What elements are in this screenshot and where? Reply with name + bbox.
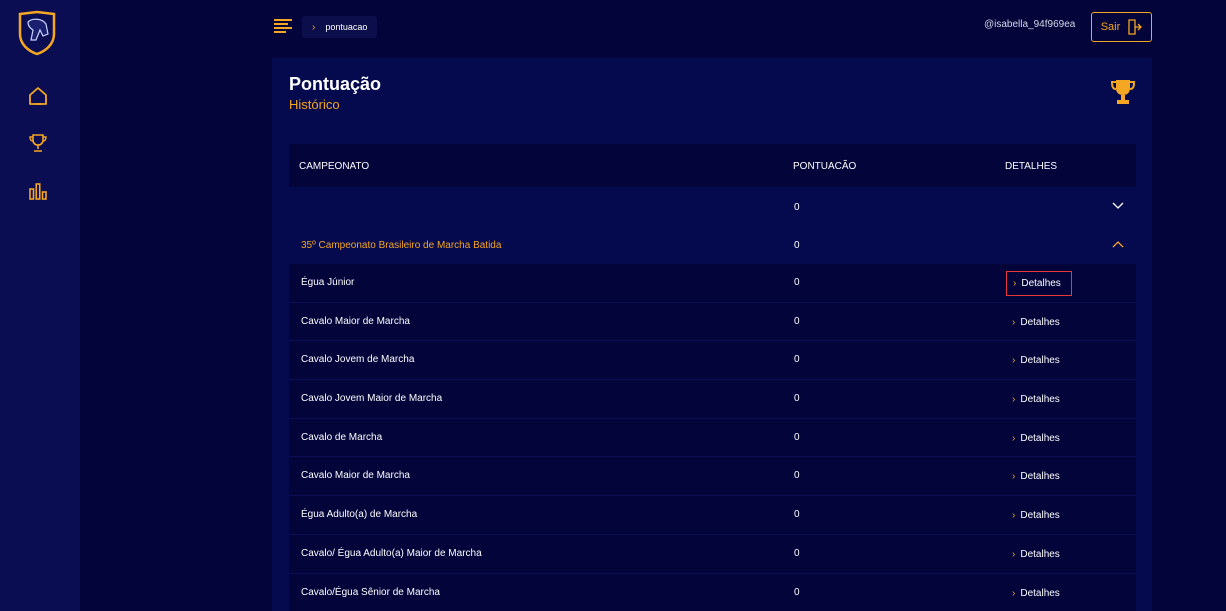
horse-logo[interactable] xyxy=(16,10,58,56)
details-label: Detalhes xyxy=(1020,316,1060,328)
details-button[interactable]: › Detalhes xyxy=(1006,387,1072,412)
chevron-down-icon[interactable] xyxy=(1112,200,1124,212)
chevron-right-icon: › xyxy=(1012,587,1016,599)
details-label: Detalhes xyxy=(1020,355,1060,367)
table-row: Cavalo/ Égua Adulto(a) Maior de Marcha 0… xyxy=(289,534,1136,574)
category-name: Cavalo Maior de Marcha xyxy=(301,315,410,327)
group-points: 0 xyxy=(794,202,800,213)
details-button[interactable]: › Detalhes xyxy=(1006,542,1072,567)
username: @isabella_94f969ea xyxy=(984,19,1076,30)
table-row: Cavalo Jovem Maior de Marcha 0 › Detalhe… xyxy=(289,380,1136,419)
category-points: 0 xyxy=(794,586,800,598)
group-row[interactable]: 0 xyxy=(289,188,1136,226)
table-row: Cavalo Jovem de Marcha 0 › Detalhes xyxy=(289,341,1136,381)
category-points: 0 xyxy=(794,509,800,521)
header-detalhes: DETALHES xyxy=(1005,161,1058,172)
category-points: 0 xyxy=(794,547,800,559)
details-button[interactable]: › Detalhes xyxy=(1006,503,1072,528)
details-button[interactable]: › Detalhes xyxy=(1006,310,1072,335)
details-button[interactable]: › Detalhes xyxy=(1006,271,1072,296)
table-row: Égua Adulto(a) de Marcha 0 › Detalhes xyxy=(289,496,1136,535)
menu-toggle-icon[interactable] xyxy=(274,19,292,33)
category-name: Cavalo Maior de Marcha xyxy=(301,470,410,482)
category-points: 0 xyxy=(794,393,800,405)
details-label: Detalhes xyxy=(1020,471,1060,483)
table-row: Égua Júnior 0 › Detalhes xyxy=(289,264,1136,303)
details-label: Detalhes xyxy=(1020,394,1060,406)
header-pontuacao: PONTUACÃO xyxy=(793,161,857,172)
page-subtitle: Histórico xyxy=(289,97,340,112)
chevron-right-icon: › xyxy=(1012,548,1016,560)
category-name: Cavalo Jovem de Marcha xyxy=(301,354,415,366)
chevron-right-icon: › xyxy=(1012,316,1016,328)
header-campeonato: CAMPEONATO xyxy=(299,161,370,172)
category-points: 0 xyxy=(794,277,800,288)
trophy-icon xyxy=(1110,80,1136,104)
details-button[interactable]: › Detalhes xyxy=(1006,426,1072,451)
chevron-right-icon: › xyxy=(1012,394,1016,406)
category-list: Égua Júnior 0 › Detalhes Cavalo Maior de… xyxy=(289,264,1136,611)
chevron-right-icon: › xyxy=(1012,510,1016,522)
bar-chart-icon[interactable] xyxy=(26,179,50,203)
category-name: Cavalo de Marcha xyxy=(301,431,383,443)
details-label: Detalhes xyxy=(1020,432,1060,444)
category-name: Cavalo/ Égua Adulto(a) Maior de Marcha xyxy=(301,547,482,559)
category-points: 0 xyxy=(794,470,800,482)
category-points: 0 xyxy=(794,354,800,366)
logout-door-icon xyxy=(1128,19,1143,35)
table-row: Cavalo/Égua Sênior de Marcha 0 › Detalhe… xyxy=(289,573,1136,611)
home-icon[interactable] xyxy=(26,84,50,108)
breadcrumb[interactable]: › pontuacao xyxy=(302,16,378,38)
category-name: Égua Júnior xyxy=(301,277,355,288)
category-points: 0 xyxy=(794,315,800,327)
details-label: Detalhes xyxy=(1020,587,1060,599)
details-label: Detalhes xyxy=(1020,510,1060,522)
page-title: Pontuação xyxy=(289,74,382,94)
details-button[interactable]: › Detalhes xyxy=(1006,348,1072,373)
category-name: Cavalo/Égua Sênior de Marcha xyxy=(301,586,440,598)
logout-button[interactable]: Sair xyxy=(1091,12,1152,42)
logout-label: Sair xyxy=(1100,21,1121,33)
group-name: 35º Campeonato Brasileiro de Marcha Bati… xyxy=(301,240,502,251)
trophy-icon[interactable] xyxy=(26,131,50,155)
table-header: CAMPEONATO PONTUACÃO DETALHES xyxy=(289,144,1136,187)
table-row: Cavalo Maior de Marcha 0 › Detalhes xyxy=(289,457,1136,497)
table-row: Cavalo Maior de Marcha 0 › Detalhes xyxy=(289,302,1136,342)
chevron-right-icon: › xyxy=(312,21,316,33)
score-card: Pontuação Histórico CAMPEONATO PONTUACÃO… xyxy=(272,58,1152,611)
group-row[interactable]: 35º Campeonato Brasileiro de Marcha Bati… xyxy=(289,226,1136,264)
table-row: Cavalo de Marcha 0 › Detalhes xyxy=(289,418,1136,458)
category-name: Cavalo Jovem Maior de Marcha xyxy=(301,393,443,405)
category-points: 0 xyxy=(794,431,800,443)
breadcrumb-label: pontuacao xyxy=(325,22,368,32)
chevron-right-icon: › xyxy=(1013,278,1017,289)
details-label: Detalhes xyxy=(1021,278,1061,289)
details-button[interactable]: › Detalhes xyxy=(1006,581,1072,606)
chevron-right-icon: › xyxy=(1012,432,1016,444)
details-label: Detalhes xyxy=(1020,548,1060,560)
chevron-right-icon: › xyxy=(1012,471,1016,483)
category-name: Égua Adulto(a) de Marcha xyxy=(301,509,418,521)
chevron-right-icon: › xyxy=(1012,355,1016,367)
details-button[interactable]: › Detalhes xyxy=(1006,464,1072,489)
sidebar xyxy=(0,0,80,611)
group-points: 0 xyxy=(794,240,800,251)
chevron-up-icon[interactable] xyxy=(1112,238,1124,250)
